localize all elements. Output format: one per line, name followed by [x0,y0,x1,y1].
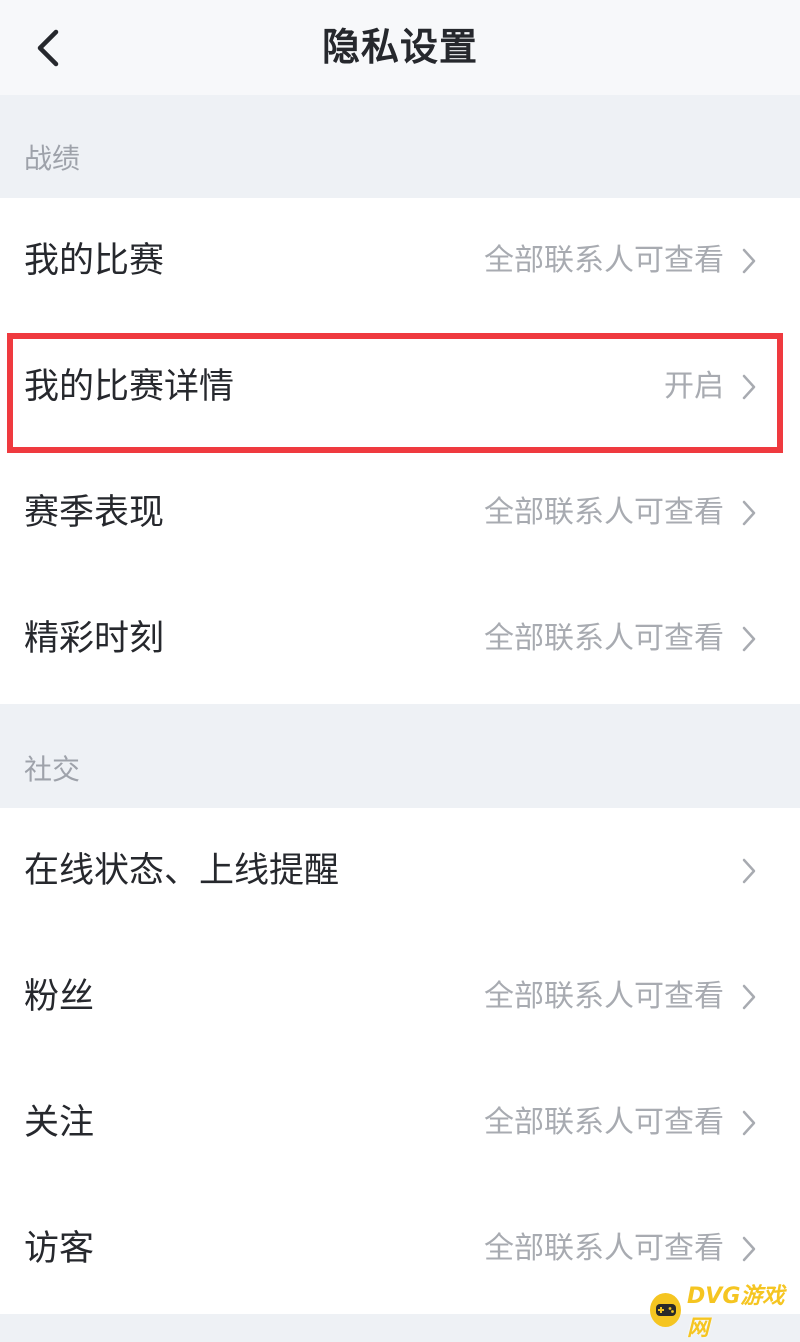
setting-value: 全部联系人可查看 [484,1105,724,1140]
chevron-right-icon [742,626,756,652]
chevron-right-icon [742,374,756,400]
section-label: 社交 [24,753,81,786]
setting-value: 全部联系人可查看 [484,243,724,278]
setting-row-season-performance[interactable]: 赛季表现 全部联系人可查看 [0,450,800,576]
setting-row-following[interactable]: 关注 全部联系人可查看 [0,1060,800,1186]
setting-value: 全部联系人可查看 [484,495,724,530]
section-header-record: 战绩 [0,95,800,198]
setting-row-fans[interactable]: 粉丝 全部联系人可查看 [0,934,800,1060]
setting-value: 开启 [664,369,724,404]
setting-label: 在线状态、上线提醒 [24,851,340,891]
watermark-logo: DVG游戏网 [650,1284,796,1341]
setting-label: 赛季表现 [24,493,165,533]
setting-row-my-match-details[interactable]: 我的比赛详情 开启 [0,324,800,450]
settings-group-record: 我的比赛 全部联系人可查看 我的比赛详情 开启 赛季表现 全部联系人可查看 精彩… [0,198,800,704]
chevron-right-icon [742,1110,756,1136]
setting-value: 全部联系人可查看 [484,621,724,656]
watermark-text: DVG游戏网 [687,1284,785,1341]
settings-group-social: 在线状态、上线提醒 粉丝 全部联系人可查看 关注 全部联系人可查看 访客 全部联… [0,808,800,1314]
gamepad-icon [650,1293,682,1327]
setting-label: 访客 [24,1229,95,1269]
setting-row-highlights[interactable]: 精彩时刻 全部联系人可查看 [0,576,800,702]
setting-label: 精彩时刻 [24,619,165,659]
setting-value: 全部联系人可查看 [484,979,724,1014]
setting-label: 我的比赛详情 [24,367,235,407]
top-nav-bar: 隐私设置 [0,0,800,95]
setting-label: 我的比赛 [24,241,165,281]
page-title: 隐私设置 [321,25,478,69]
setting-label: 关注 [24,1103,95,1143]
chevron-right-icon [742,984,756,1010]
setting-row-my-matches[interactable]: 我的比赛 全部联系人可查看 [0,198,800,324]
section-label: 战绩 [24,142,81,175]
chevron-right-icon [742,858,756,884]
setting-row-online-status[interactable]: 在线状态、上线提醒 [0,808,800,934]
setting-label: 粉丝 [24,977,95,1017]
section-header-social: 社交 [0,704,800,808]
chevron-right-icon [742,500,756,526]
chevron-right-icon [742,1236,756,1262]
chevron-right-icon [742,248,756,274]
